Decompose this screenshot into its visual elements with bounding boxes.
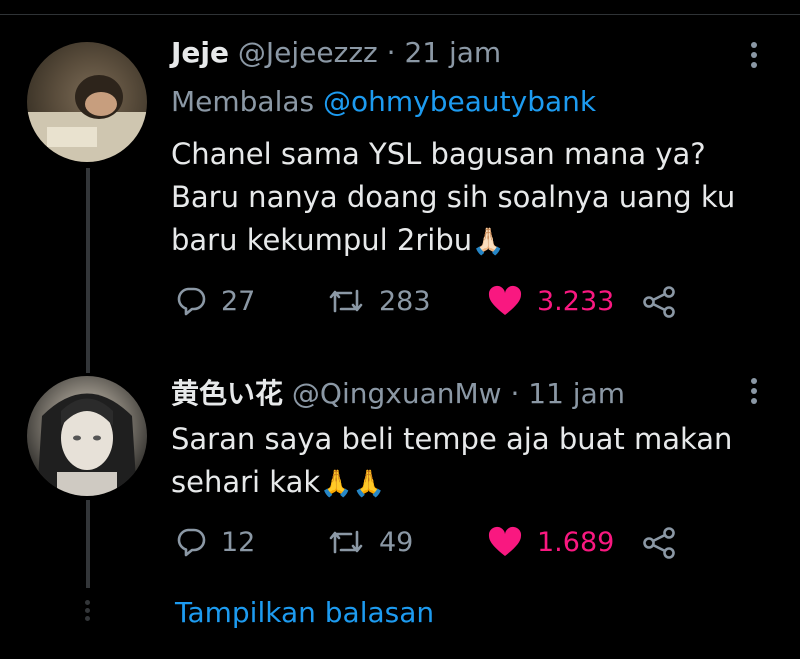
share-icon: [643, 527, 675, 559]
more-icon[interactable]: [751, 42, 761, 72]
tweet-line: Saran saya beli tempe aja buat makan: [171, 422, 733, 456]
show-replies-link[interactable]: Tampilkan balasan: [175, 596, 434, 629]
tweet-line: baru kekumpul 2ribu🙏🏻: [171, 219, 771, 264]
timestamp[interactable]: 21 jam: [404, 36, 501, 69]
reply-button[interactable]: 27: [175, 285, 255, 317]
tweet-text: Saran saya beli tempe aja buat makan seh…: [171, 418, 771, 506]
tweet-line: Baru nanya doang sih soalnya uang ku: [171, 180, 736, 214]
retweet-count: 283: [379, 285, 431, 317]
top-divider: [0, 14, 800, 15]
share-button[interactable]: [641, 285, 677, 319]
tweet-line: sehari kak🙏🙏: [171, 461, 771, 506]
like-count: 1.689: [537, 526, 615, 558]
like-button[interactable]: 3.233: [487, 285, 614, 317]
heart-icon: [488, 526, 522, 556]
thread-more-dots: [84, 600, 92, 624]
retweet-icon: [329, 530, 363, 554]
retweet-button[interactable]: 49: [327, 526, 413, 558]
avatar-image: [37, 393, 137, 496]
reply-count: 12: [221, 526, 256, 558]
display-name[interactable]: Jeje: [171, 36, 229, 69]
reply-icon: [177, 287, 206, 316]
display-name[interactable]: 黄色い花: [171, 377, 283, 410]
thread-connector: [86, 168, 90, 373]
tweet-text: Chanel sama YSL bagusan mana ya? Baru na…: [171, 133, 771, 264]
tweet-actions: 12 49 1.689: [171, 526, 691, 566]
share-icon: [643, 286, 675, 318]
like-button[interactable]: 1.689: [487, 526, 614, 558]
retweet-icon: [329, 289, 363, 313]
tweet-line-text: baru kekumpul 2ribu: [171, 223, 473, 257]
replying-to: Membalas @ohmybeautybank: [171, 85, 596, 118]
reply-count: 27: [221, 285, 256, 317]
tweet-header: Jeje @Jejeezzz · 21 jam: [171, 36, 501, 69]
like-count: 3.233: [537, 285, 615, 317]
emoji: 🙏🏻: [472, 227, 505, 257]
more-icon[interactable]: [751, 378, 761, 408]
retweet-count: 49: [379, 526, 414, 558]
avatar[interactable]: [27, 376, 147, 496]
timestamp[interactable]: 11 jam: [528, 377, 625, 410]
tweet-line: Chanel sama YSL bagusan mana ya?: [171, 137, 706, 171]
heart-icon: [488, 285, 522, 315]
tweet-actions: 27 283 3.233: [171, 285, 691, 325]
avatar-image: [27, 75, 147, 162]
emoji: 🙏🙏: [320, 469, 385, 499]
thread-connector: [86, 500, 90, 588]
tweet-line-text: sehari kak: [171, 465, 321, 499]
reply-icon: [177, 528, 206, 557]
user-handle[interactable]: @QingxuanMw: [292, 377, 502, 410]
reply-button[interactable]: 12: [175, 526, 255, 558]
separator: ·: [386, 36, 396, 69]
tweet-header: 黄色い花 @QingxuanMw · 11 jam: [171, 372, 625, 412]
user-handle[interactable]: @Jejeezzz: [238, 36, 378, 69]
replying-to-link[interactable]: @ohmybeautybank: [323, 85, 596, 118]
replying-prefix: Membalas: [171, 85, 315, 118]
avatar[interactable]: [27, 42, 147, 162]
separator: ·: [510, 377, 520, 410]
share-button[interactable]: [641, 526, 677, 560]
retweet-button[interactable]: 283: [327, 285, 431, 317]
